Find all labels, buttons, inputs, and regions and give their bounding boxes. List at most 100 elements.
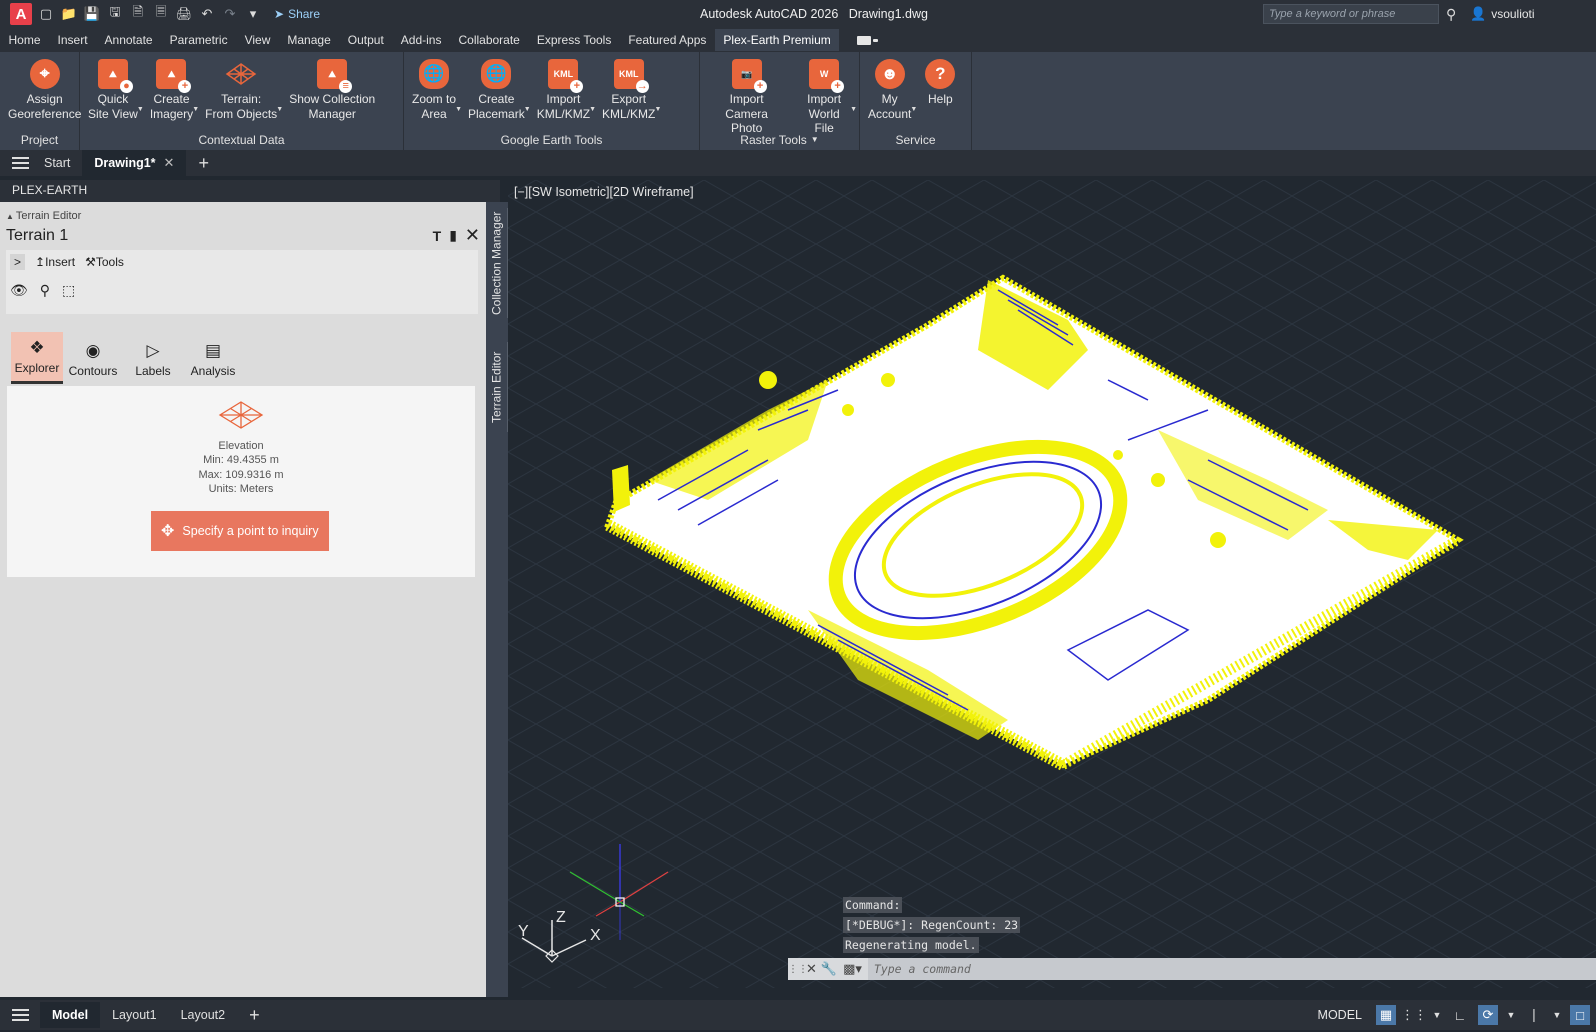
ribbon-tabs: Home Insert Annotate Parametric View Man… bbox=[0, 28, 1596, 52]
add-layout-button[interactable]: + bbox=[237, 999, 272, 1032]
tab-parametric[interactable]: Parametric bbox=[161, 29, 236, 51]
delete-icon[interactable]: ▮ bbox=[449, 227, 457, 244]
plot-icon[interactable]: 🖨 bbox=[176, 6, 193, 22]
search-icon[interactable]: ⚲ bbox=[1446, 6, 1456, 23]
insert-icon: ↥ bbox=[35, 255, 46, 269]
svg-text:X: X bbox=[590, 927, 601, 944]
snap-icon[interactable]: ⋮⋮ bbox=[1401, 1005, 1427, 1025]
open-web-icon[interactable]: 🗎 bbox=[130, 4, 146, 22]
chevron-down-icon[interactable]: ▼ bbox=[910, 106, 917, 113]
command-input[interactable]: Type a command bbox=[867, 958, 1596, 980]
layout-tab-layout2[interactable]: Layout2 bbox=[169, 1002, 237, 1028]
import-kml-icon: KML + bbox=[548, 59, 584, 93]
chevron-down-icon[interactable]: ▼ bbox=[524, 106, 531, 113]
tab-plex-earth-premium[interactable]: Plex-Earth Premium bbox=[714, 29, 840, 51]
tab-collaborate[interactable]: Collaborate bbox=[450, 29, 528, 51]
explorer-panel: Elevation Min: 49.4355 m Max: 109.9316 m… bbox=[7, 386, 475, 577]
eye-icon[interactable]: 👁 bbox=[10, 282, 28, 299]
zoom-globe-icon: 🌐 bbox=[419, 59, 449, 89]
close-icon[interactable]: ✕ bbox=[164, 155, 175, 171]
ortho-icon[interactable]: ∟ bbox=[1450, 1005, 1470, 1025]
save-icon[interactable]: 💾 bbox=[84, 6, 100, 22]
save-web-icon[interactable]: 🗏 bbox=[153, 4, 169, 22]
group-label-raster-tools[interactable]: Raster Tools ▼ bbox=[700, 133, 859, 147]
user-menu[interactable]: 👤 vsoulioti bbox=[1470, 6, 1535, 22]
close-icon[interactable]: ✕ bbox=[806, 961, 817, 977]
chevron-down-icon[interactable]: ▼ bbox=[850, 106, 857, 113]
create-imagery-label: Create Imagery bbox=[149, 92, 194, 121]
palette-title-bar[interactable]: PLEX-EARTH bbox=[0, 180, 500, 202]
new-tab-button[interactable]: + bbox=[186, 152, 221, 174]
chevron-down-icon[interactable]: ▼ bbox=[1506, 1005, 1516, 1025]
search-icon[interactable]: ⚲ bbox=[40, 282, 50, 299]
tab-labels[interactable]: ▷ Labels bbox=[123, 332, 183, 384]
ribbon-minimize-icon[interactable] bbox=[857, 34, 881, 46]
tab-start[interactable]: Start bbox=[32, 152, 82, 174]
rename-icon[interactable]: T bbox=[433, 228, 442, 244]
tools-menu[interactable]: ⚒Tools bbox=[85, 255, 124, 269]
ribbon-panel: ⌖ Assign Georeference Project ⛰ ● Quick S… bbox=[0, 52, 1596, 150]
recent-commands-icon[interactable]: ▩▾ bbox=[843, 961, 862, 977]
expand-chevron-icon[interactable]: > bbox=[10, 254, 26, 270]
chevron-down-icon[interactable]: ▼ bbox=[137, 106, 144, 113]
new-file-icon[interactable]: ▢ bbox=[38, 6, 54, 22]
layout-tab-layout1[interactable]: Layout1 bbox=[100, 1002, 168, 1028]
drag-handle-icon[interactable]: ⋮⋮ bbox=[788, 964, 808, 975]
hamburger-menu-icon[interactable] bbox=[0, 1009, 29, 1021]
grid-icon[interactable]: ▦ bbox=[1376, 1005, 1396, 1025]
customize-wrench-icon[interactable]: 🔧 bbox=[821, 961, 837, 977]
ribbon-group-service: ☻ My Account ▼ ? Help Service bbox=[860, 52, 972, 150]
polar-tracking-icon[interactable]: ⟳ bbox=[1478, 1005, 1498, 1025]
compass-icon: ❖ bbox=[29, 338, 45, 357]
tab-manage[interactable]: Manage bbox=[279, 29, 339, 51]
undo-icon[interactable]: ↶ bbox=[199, 6, 215, 22]
tab-terrain-editor[interactable]: Terrain Editor bbox=[486, 342, 508, 432]
layout-tab-model[interactable]: Model bbox=[40, 1002, 101, 1028]
tab-output[interactable]: Output bbox=[339, 29, 392, 51]
help-label: Help bbox=[928, 92, 953, 106]
tab-analysis[interactable]: ▤ Analysis bbox=[183, 332, 243, 384]
tab-collection-manager[interactable]: Collection Manager bbox=[486, 208, 508, 318]
terrain-grid-icon bbox=[225, 63, 257, 85]
save-as-icon[interactable]: 🖫 bbox=[107, 4, 123, 22]
tab-contours[interactable]: ◉ Contours bbox=[63, 332, 123, 384]
object-snap-icon[interactable]: □ bbox=[1570, 1005, 1590, 1025]
tab-express-tools[interactable]: Express Tools bbox=[528, 29, 619, 51]
terrain-from-objects-label: Terrain: From Objects bbox=[205, 92, 278, 121]
hamburger-menu-icon[interactable] bbox=[0, 157, 29, 169]
select-area-icon[interactable]: ⬚ bbox=[62, 282, 75, 299]
tab-annotate[interactable]: Annotate bbox=[96, 29, 161, 51]
model-space-button[interactable]: MODEL bbox=[1312, 1004, 1368, 1026]
chevron-down-icon[interactable]: ▼ bbox=[1552, 1005, 1562, 1025]
isodraft-icon[interactable]: ❘ bbox=[1524, 1005, 1544, 1025]
insert-menu[interactable]: ↥Insert bbox=[35, 255, 75, 269]
chevron-down-icon[interactable]: ▼ bbox=[276, 106, 283, 113]
customize-qat-icon[interactable]: ▾ bbox=[245, 6, 261, 22]
palette-title: PLEX-EARTH bbox=[12, 183, 88, 197]
send-icon: ➤ bbox=[274, 7, 285, 21]
open-folder-icon[interactable]: 📁 bbox=[61, 6, 77, 22]
tab-add-ins[interactable]: Add-ins bbox=[392, 29, 450, 51]
tab-explorer[interactable]: ❖ Explorer bbox=[11, 332, 63, 384]
tab-view[interactable]: View bbox=[236, 29, 279, 51]
specify-point-inquiry-button[interactable]: ✥ Specify a point to inquiry bbox=[151, 511, 329, 551]
chevron-down-icon[interactable]: ▼ bbox=[654, 106, 661, 113]
application-menu-button[interactable]: A bbox=[10, 3, 32, 25]
tab-home[interactable]: Home bbox=[0, 29, 49, 51]
chevron-down-icon[interactable]: ▼ bbox=[455, 106, 462, 113]
viewport-controls-label[interactable]: [−][SW Isometric][2D Wireframe] bbox=[514, 185, 694, 199]
search-input[interactable]: Type a keyword or phrase bbox=[1263, 4, 1439, 24]
tab-drawing1[interactable]: Drawing1* ✕ bbox=[82, 150, 187, 176]
redo-icon[interactable]: ↷ bbox=[222, 6, 238, 22]
share-button[interactable]: ➤ Share bbox=[274, 7, 320, 21]
tab-featured-apps[interactable]: Featured Apps bbox=[620, 29, 715, 51]
drawing-viewport[interactable]: Z X Y [−][SW Isometric][2D Wireframe] Co… bbox=[508, 180, 1596, 988]
chevron-down-icon[interactable]: ▼ bbox=[192, 106, 199, 113]
create-imagery-icon: ⛰ + bbox=[156, 59, 192, 93]
window-title: Autodesk AutoCAD 2026 Drawing1.dwg bbox=[700, 7, 928, 21]
chevron-down-icon[interactable]: ▼ bbox=[589, 106, 596, 113]
close-icon[interactable]: ✕ bbox=[465, 225, 480, 246]
chevron-down-icon[interactable]: ▼ bbox=[1432, 1005, 1442, 1025]
tab-insert[interactable]: Insert bbox=[49, 29, 96, 51]
group-label-google-earth-tools: Google Earth Tools bbox=[500, 133, 603, 147]
